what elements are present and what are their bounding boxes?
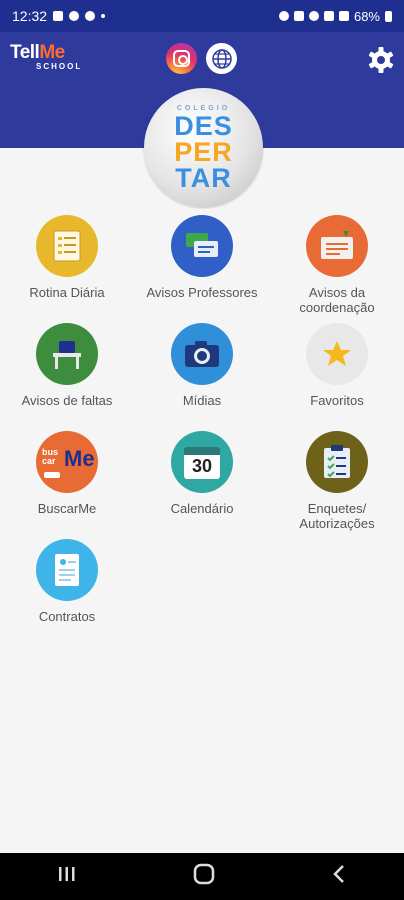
clipboard-checklist-icon [306,431,368,493]
settings-gear-icon[interactable] [365,44,397,76]
alarm-icon [278,11,289,21]
image-notification-icon [53,11,64,21]
menu-item-favoritos[interactable]: Favoritos [270,323,404,408]
buscar-text: bus car [42,447,59,466]
menu-item-avisos-coordenacao[interactable]: Avisos da coordenação [270,215,404,315]
menu-label: BuscarMe [37,501,97,516]
daily-routine-icon [36,215,98,277]
logo-line-2: PER [174,136,233,167]
home-icon[interactable] [193,863,215,890]
menu-item-avisos-professores[interactable]: Avisos Professores [135,215,269,300]
tellme-school-logo: TellMe SCHOOL [10,42,83,71]
brand-tell: Tell [10,42,40,63]
menu-item-midias[interactable]: Mídias [135,323,269,408]
menu-label: Avisos Professores [146,285,258,300]
brand-me: Me [39,42,65,63]
menu-label: Enquetes/ Autorizações [299,501,375,531]
signal-icon [323,11,334,21]
envelope-icon [306,215,368,277]
menu-item-rotina-diaria[interactable]: Rotina Diária [0,215,134,300]
document-icon [36,539,98,601]
menu-label: Calendário [170,501,234,516]
camera-icon [171,323,233,385]
calendar-day: 30 [191,456,213,476]
menu-label: Avisos da coordenação [299,285,375,315]
whatsapp-notification-icon [85,11,96,21]
menu-item-avisos-faltas[interactable]: Avisos de faltas [0,323,134,408]
battery-percent: 68% [353,8,380,24]
school-desk-icon [36,323,98,385]
logo-line-3: TAR [175,162,232,193]
globe-icon[interactable] [206,43,237,74]
recent-apps-icon[interactable] [58,866,76,887]
settings-notification-icon [69,11,80,21]
menu-label: Favoritos [310,393,364,408]
menu-label: Rotina Diária [29,285,105,300]
chat-messages-icon [171,215,233,277]
menu-label: Avisos de faltas [21,393,113,408]
calendar-icon: 30 [171,431,233,493]
menu-item-calendario[interactable]: 30 Calendário [135,431,269,516]
star-icon [306,323,368,385]
school-logo: COLEGIO DES PER TAR [144,88,263,207]
menu-item-enquetes[interactable]: Enquetes/ Autorizações [270,431,404,531]
menu-item-buscarme[interactable]: bus car Me BuscarMe [0,431,134,516]
wifi-icon [308,11,319,21]
mute-icon [293,11,304,21]
more-notifications-icon [101,14,106,18]
instagram-icon[interactable] [166,43,197,74]
buscar-me-text: Me [64,446,95,471]
status-time: 12:32 [12,8,48,24]
brand-school: SCHOOL [36,62,83,71]
status-bar: 12:32 68% [0,0,404,32]
menu-item-contratos[interactable]: Contratos [0,539,134,624]
system-nav-bar [0,853,404,900]
menu-label: Mídias [182,393,222,408]
buscarme-icon: bus car Me [36,431,98,493]
back-icon[interactable] [332,864,346,889]
logo-line-1: DES [174,110,233,141]
signal-icon-2 [338,11,349,21]
battery-icon [385,10,392,22]
menu-label: Contratos [38,609,96,624]
